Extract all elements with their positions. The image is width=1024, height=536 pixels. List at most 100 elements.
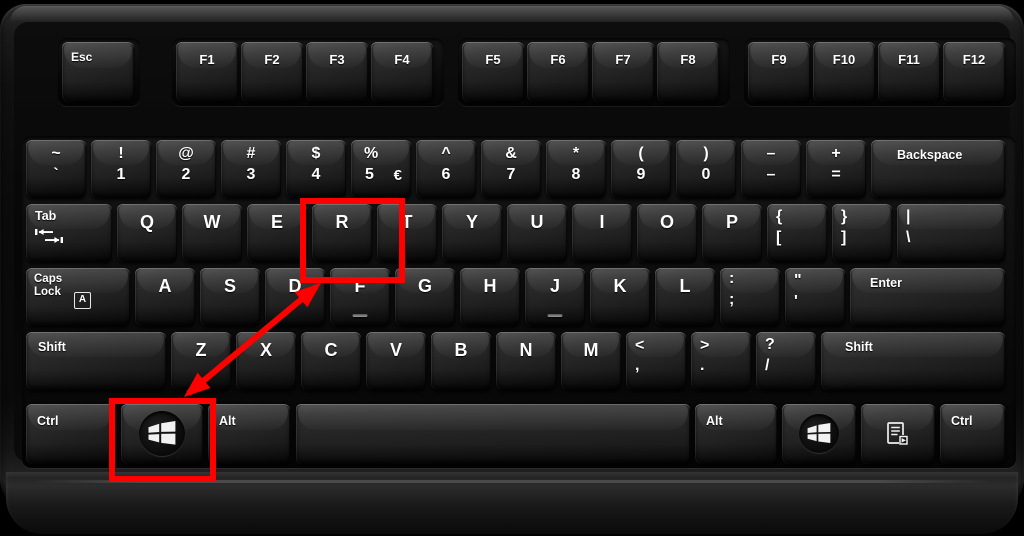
key-shift-right-label: Shift	[845, 340, 873, 354]
key-h[interactable]: H	[460, 268, 520, 326]
key-v[interactable]: V	[366, 332, 426, 390]
key-ctrl-left-label: Ctrl	[37, 414, 59, 428]
key-7[interactable]: & 7	[481, 140, 541, 198]
key-f5[interactable]: F5	[462, 42, 524, 102]
key-f7[interactable]: F7	[592, 42, 654, 102]
key-o[interactable]: O	[637, 204, 697, 262]
key-f3-label: F3	[329, 52, 345, 67]
key-x[interactable]: X	[236, 332, 296, 390]
key-comma[interactable]: < ,	[626, 332, 686, 390]
key-5-shift: %	[364, 145, 379, 162]
key-shift-left[interactable]: Shift	[26, 332, 166, 390]
key-l-label: L	[679, 276, 691, 296]
key-b[interactable]: B	[431, 332, 491, 390]
key-o-label: O	[659, 212, 674, 232]
key-backslash[interactable]: | \	[897, 204, 1005, 262]
key-3[interactable]: # 3	[221, 140, 281, 198]
key-5[interactable]: % 5 €	[351, 140, 411, 198]
key-w[interactable]: W	[182, 204, 242, 262]
key-0[interactable]: ) 0	[676, 140, 736, 198]
key-l[interactable]: L	[655, 268, 715, 326]
key-a[interactable]: A	[135, 268, 195, 326]
key-i[interactable]: I	[572, 204, 632, 262]
key-y-label: Y	[465, 212, 478, 232]
key-c[interactable]: C	[301, 332, 361, 390]
key-f3[interactable]: F3	[306, 42, 368, 102]
key-f[interactable]: F	[330, 268, 390, 326]
key-f6-label: F6	[550, 52, 566, 67]
key-z[interactable]: Z	[171, 332, 231, 390]
key-p-label: P	[725, 212, 738, 232]
key-quote-shift: "	[794, 272, 802, 289]
key-k[interactable]: K	[590, 268, 650, 326]
key-semicolon[interactable]: : ;	[720, 268, 780, 326]
key-2[interactable]: @ 2	[156, 140, 216, 198]
key-f7-label: F7	[615, 52, 631, 67]
key-alt-left[interactable]: Alt	[208, 404, 290, 464]
key-enter[interactable]: Enter	[850, 268, 1005, 326]
key-win-left[interactable]	[121, 404, 203, 464]
key-quote[interactable]: " '	[785, 268, 845, 326]
key-bracket-left-base: [	[776, 229, 782, 246]
key-4-shift: $	[311, 145, 321, 162]
key-f8[interactable]: F8	[657, 42, 719, 102]
key-esc[interactable]: Esc	[62, 42, 134, 102]
key-win-right[interactable]	[782, 404, 856, 464]
key-ctrl-left[interactable]: Ctrl	[26, 404, 114, 464]
caps-lock-indicator-icon: A	[74, 292, 91, 309]
key-f2[interactable]: F2	[241, 42, 303, 102]
key-f1[interactable]: F1	[176, 42, 238, 102]
key-4-base: 4	[311, 166, 321, 183]
key-f10[interactable]: F10	[813, 42, 875, 102]
key-f11[interactable]: F11	[878, 42, 940, 102]
key-u[interactable]: U	[507, 204, 567, 262]
key-f4[interactable]: F4	[371, 42, 433, 102]
key-f8-label: F8	[680, 52, 696, 67]
key-d[interactable]: D	[265, 268, 325, 326]
key-p[interactable]: P	[702, 204, 762, 262]
key-f12[interactable]: F12	[943, 42, 1005, 102]
key-r[interactable]: R	[312, 204, 372, 262]
key-s[interactable]: S	[200, 268, 260, 326]
key-menu[interactable]	[861, 404, 935, 464]
key-1-shift: !	[118, 145, 124, 162]
key-j[interactable]: J	[525, 268, 585, 326]
key-shift-right[interactable]: Shift	[821, 332, 1005, 390]
key-f9[interactable]: F9	[748, 42, 810, 102]
key-1[interactable]: ! 1	[91, 140, 151, 198]
key-8[interactable]: * 8	[546, 140, 606, 198]
key-bracket-left[interactable]: { [	[767, 204, 827, 262]
key-slash[interactable]: ? /	[756, 332, 816, 390]
keyboard-screenshot: Esc F1 F2 F3 F4 F5 F6 F7 F8 F9 F10 F11 F…	[0, 0, 1024, 536]
key-backtick[interactable]: ~ `	[26, 140, 86, 198]
key-minus[interactable]: – –	[741, 140, 801, 198]
key-ctrl-right[interactable]: Ctrl	[940, 404, 1005, 464]
key-comma-shift: <	[635, 337, 645, 354]
key-0-base: 0	[701, 166, 711, 183]
key-9[interactable]: ( 9	[611, 140, 671, 198]
key-caps-lock[interactable]: Caps Lock A	[26, 268, 130, 326]
key-6[interactable]: ^ 6	[416, 140, 476, 198]
key-t[interactable]: T	[377, 204, 437, 262]
key-backslash-base: \	[906, 229, 911, 246]
key-n[interactable]: N	[496, 332, 556, 390]
key-bracket-right[interactable]: } ]	[832, 204, 892, 262]
key-g[interactable]: G	[395, 268, 455, 326]
key-tab[interactable]: Tab	[26, 204, 112, 262]
key-alt-right[interactable]: Alt	[695, 404, 777, 464]
key-space[interactable]	[296, 404, 690, 464]
key-e[interactable]: E	[247, 204, 307, 262]
key-backspace[interactable]: Backspace	[871, 140, 1005, 198]
key-4[interactable]: $ 4	[286, 140, 346, 198]
key-m[interactable]: M	[561, 332, 621, 390]
key-alt-right-label: Alt	[706, 414, 723, 428]
key-esc-label: Esc	[71, 50, 93, 64]
key-f6[interactable]: F6	[527, 42, 589, 102]
key-period[interactable]: > .	[691, 332, 751, 390]
key-y[interactable]: Y	[442, 204, 502, 262]
key-minus-base: –	[766, 166, 776, 183]
key-tab-label: Tab	[35, 209, 57, 223]
key-q[interactable]: Q	[117, 204, 177, 262]
key-f11-label: F11	[898, 52, 920, 67]
key-equals[interactable]: + =	[806, 140, 866, 198]
